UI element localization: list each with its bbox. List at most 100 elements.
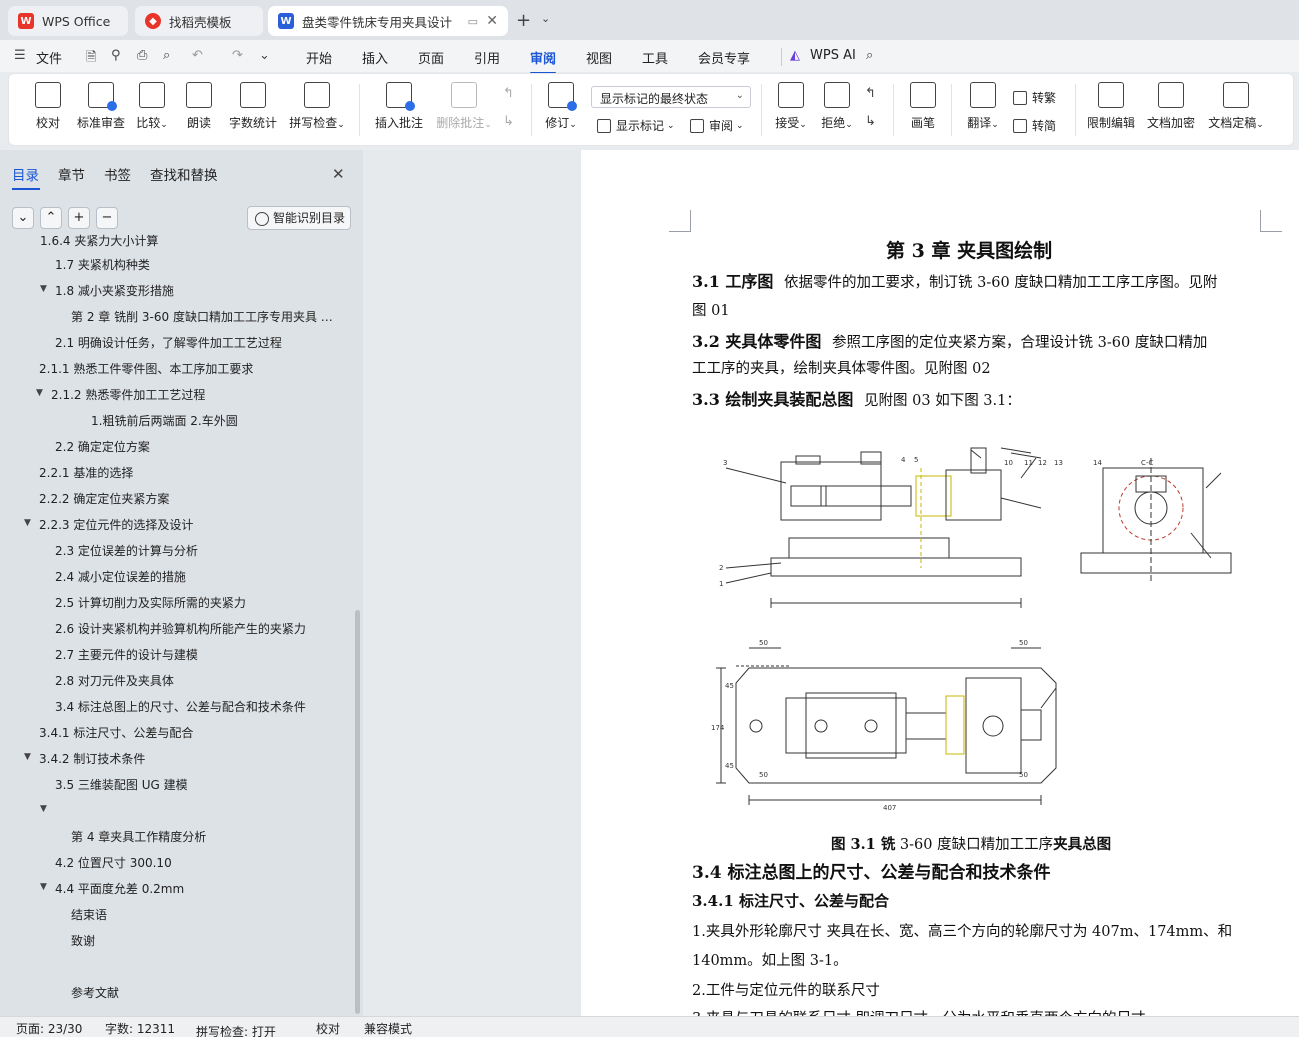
toc-item[interactable]: 3.4.1 标注尺寸、公差与配合 — [39, 724, 193, 741]
toc-item[interactable]: 2.4 减小定位误差的措施 — [55, 568, 186, 585]
menu-file[interactable]: 文件 — [36, 48, 62, 67]
tab-find-replace[interactable]: 查找和替换 — [150, 164, 218, 184]
finalize-button[interactable]: 文档定稿⌄ — [1205, 82, 1267, 131]
expand-triangle-icon[interactable]: ▼ — [40, 804, 47, 814]
toc-item[interactable]: 2.2.1 基准的选择 — [39, 464, 133, 481]
tab-wps-office[interactable]: W WPS Office — [8, 6, 128, 36]
toc-item[interactable]: 3.4 标注总图上的尺寸、公差与配合和技术条件 — [55, 698, 306, 715]
toc-item[interactable]: 第 4 章夹具工作精度分析 — [71, 828, 206, 845]
menu-member[interactable]: 会员专享 — [698, 48, 750, 67]
remove-heading-button[interactable]: − — [96, 207, 118, 229]
word-count-indicator[interactable]: 字数: 12311 — [105, 1020, 175, 1037]
wps-ai-icon[interactable]: ◭ — [790, 48, 800, 63]
toc-item[interactable]: ▼ 4.4 平面度允差 0.2mm — [40, 880, 184, 897]
restrict-edit-button[interactable]: 限制编辑 — [1085, 82, 1137, 131]
menu-references[interactable]: 引用 — [474, 48, 500, 67]
new-tab-icon[interactable]: + — [516, 10, 531, 31]
print-preview-icon[interactable]: ⌕ — [163, 48, 170, 63]
toc-item[interactable]: 第 2 章 铣削 3-60 度缺口精加工工序专用夹具 … — [71, 308, 333, 325]
compare-button[interactable]: 比较⌄ — [135, 82, 169, 131]
toc-item[interactable]: ▼ 2.2.3 定位元件的选择及设计 — [24, 516, 193, 533]
toc-item[interactable]: 参考文献 — [71, 984, 119, 1001]
page-indicator[interactable]: 页面: 23/30 — [16, 1020, 82, 1037]
toc-item[interactable]: 1.7 夹紧机构种类 — [55, 256, 150, 273]
proof-indicator[interactable]: 校对 — [316, 1020, 340, 1037]
search-icon[interactable]: ⌕ — [866, 48, 873, 63]
toc-item[interactable]: ▼ 1.8 减小夹紧变形措施 — [40, 282, 174, 299]
chevron-down-icon[interactable]: ⌄ — [259, 48, 270, 63]
read-aloud-button[interactable]: 朗读 — [185, 82, 213, 131]
expand-triangle-icon[interactable]: ▼ — [24, 752, 31, 762]
to-traditional-button[interactable]: 转繁 — [1013, 89, 1056, 106]
encrypt-button[interactable]: 文档加密 — [1145, 82, 1197, 131]
toc-item[interactable]: 4.2 位置尺寸 300.10 — [55, 854, 172, 871]
tab-toc[interactable]: 目录 — [12, 164, 40, 190]
expand-triangle-icon[interactable]: ▼ — [40, 882, 47, 892]
toc-item[interactable]: 1.粗铣前后两端面 2.车外圆 — [91, 412, 238, 429]
expand-triangle-icon[interactable]: ▼ — [24, 518, 31, 528]
markup-state-select[interactable]: 显示标记的最终状态 ⌄ — [591, 86, 751, 108]
toc-item[interactable]: ▼ 2.1.2 熟悉零件加工工艺过程 — [36, 386, 205, 403]
toc-item[interactable]: 致谢 — [71, 932, 95, 949]
delete-comment-button[interactable]: 删除批注⌄ — [433, 82, 495, 131]
tab-document[interactable]: W 盘类零件铣床专用夹具设计 说 ▭ ✕ — [268, 6, 508, 36]
toc-item[interactable]: 2.2.2 确定定位夹紧方案 — [39, 490, 169, 507]
collapse-button[interactable]: ⌄ — [12, 207, 34, 229]
close-pane-icon[interactable]: ✕ — [332, 165, 345, 183]
prev-change-icon[interactable]: ↰ — [865, 86, 876, 101]
to-simplified-button[interactable]: 转简 — [1013, 117, 1056, 134]
close-tab-icon[interactable]: ✕ — [486, 13, 498, 29]
expand-triangle-icon[interactable]: ▼ — [36, 388, 43, 398]
expand-triangle-icon[interactable]: ▼ — [40, 284, 47, 294]
proof-button[interactable]: 校对 — [33, 82, 63, 131]
toc-item[interactable]: 2.1 明确设计任务，了解零件加工工艺过程 — [55, 334, 282, 351]
menu-view[interactable]: 视图 — [586, 48, 612, 67]
accept-button[interactable]: 接受⌄ — [773, 82, 809, 131]
toc-item[interactable]: ▼ 3.4.2 制订技术条件 — [24, 750, 145, 767]
toc-item[interactable]: 2.6 设计夹紧机构并验算机构所能产生的夹紧力 — [55, 620, 306, 637]
toc-item[interactable]: 1.6.4 夹紧力大小计算 — [40, 232, 158, 249]
toc-item[interactable]: 2.8 对刀元件及夹具体 — [55, 672, 174, 689]
menu-review[interactable]: 审阅 — [530, 48, 557, 74]
translate-button[interactable]: 翻译⌄ — [965, 82, 1001, 131]
next-change-icon[interactable]: ↳ — [865, 114, 876, 129]
sidebar-scrollbar[interactable] — [355, 610, 360, 1014]
menu-home[interactable]: 开始 — [306, 48, 332, 67]
chevron-down-icon[interactable]: ⌄ — [541, 12, 550, 25]
menu-page[interactable]: 页面 — [418, 48, 444, 67]
next-comment-icon[interactable]: ↳ — [503, 114, 514, 129]
hamburger-icon[interactable]: ☰ — [14, 48, 26, 63]
menu-wps-ai[interactable]: WPS AI — [810, 48, 856, 63]
pen-button[interactable]: 画笔 — [907, 82, 939, 131]
tab-docer-templates[interactable]: ◆ 找稻壳模板 — [135, 6, 263, 36]
revise-button[interactable]: 修订⌄ — [543, 82, 579, 131]
undo-icon[interactable]: ↶ — [192, 48, 203, 63]
document-page[interactable]: 第 3 章 夹具图绘制 3.1 工序图 依据零件的加工要求，制订铣 3-60 度… — [581, 150, 1299, 1016]
std-review-button[interactable]: 标准审查 — [75, 82, 127, 131]
add-heading-button[interactable]: + — [68, 207, 90, 229]
insert-comment-button[interactable]: 插入批注 — [373, 82, 425, 131]
toc-item[interactable]: 2.3 定位误差的计算与分析 — [55, 542, 198, 559]
toc-item[interactable]: 2.2 确定定位方案 — [55, 438, 150, 455]
reject-button[interactable]: 拒绝⌄ — [819, 82, 855, 131]
screen-icon[interactable]: ▭ — [468, 15, 478, 28]
review-pane-button[interactable]: 审阅 ⌄ — [690, 117, 744, 134]
show-markup-button[interactable]: 显示标记 ⌄ — [597, 117, 675, 134]
smart-toc-button[interactable]: 智能识别目录 — [247, 206, 351, 230]
menu-insert[interactable]: 插入 — [362, 48, 388, 67]
spell-check-button[interactable]: 拼写检查⌄ — [287, 82, 347, 131]
redo-icon[interactable]: ↷ — [232, 48, 243, 63]
tab-chapters[interactable]: 章节 — [58, 164, 85, 184]
tab-bookmarks[interactable]: 书签 — [104, 164, 131, 184]
prev-comment-icon[interactable]: ↰ — [503, 86, 514, 101]
toc-item[interactable]: 结束语 — [71, 906, 107, 923]
word-count-button[interactable]: 字数统计 — [227, 82, 279, 131]
toc-item[interactable]: 3.5 三维装配图 UG 建模 — [55, 776, 188, 793]
link-icon[interactable]: ⚲ — [111, 48, 121, 63]
print-icon[interactable]: ⎙ — [137, 48, 147, 63]
toc-item[interactable]: 2.1.1 熟悉工件零件图、本工序加工要求 — [39, 360, 253, 377]
toc-item[interactable]: 2.7 主要元件的设计与建模 — [55, 646, 198, 663]
expand-button[interactable]: ⌃ — [40, 207, 62, 229]
save-icon[interactable]: 🗎 — [86, 48, 96, 70]
toc-item[interactable]: 2.5 计算切削力及实际所需的夹紧力 — [55, 594, 246, 611]
